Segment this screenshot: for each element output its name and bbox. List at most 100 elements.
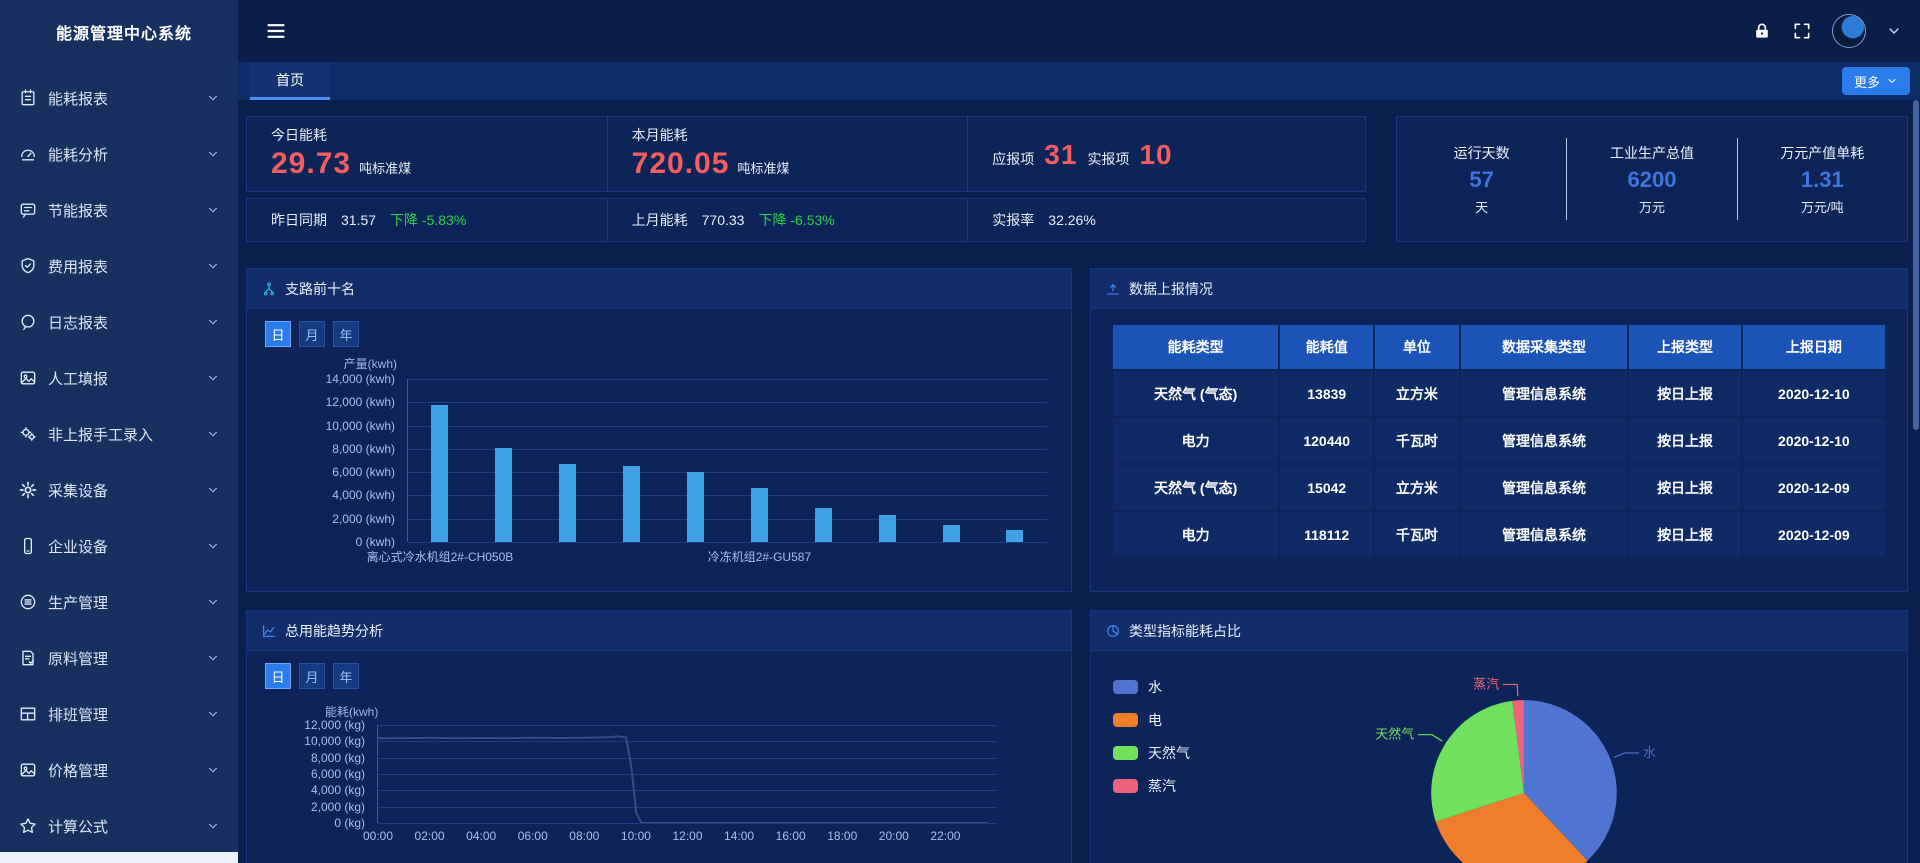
table-row[interactable]: 电力118112千瓦时管理信息系统按日上报2020-12-09	[1113, 512, 1885, 557]
bar[interactable]	[431, 405, 448, 542]
bar-x-label: 离心式冷水机组2#-CH050B	[367, 548, 514, 565]
layout-icon	[18, 704, 38, 724]
sidebar-item-label: 价格管理	[48, 760, 206, 781]
stat-unit: 天	[1397, 197, 1566, 216]
user-chevron-down-icon[interactable]	[1886, 23, 1902, 39]
gauge-icon	[18, 144, 38, 164]
line-x-label: 20:00	[879, 829, 909, 843]
table-row[interactable]: 电力120440千瓦时管理信息系统按日上报2020-12-10	[1113, 418, 1885, 463]
kpi-stats-card: 运行天数57天工业生产总值6200万元万元产值单耗1.31万元/吨	[1396, 116, 1908, 242]
line-y-tick: 0 (kg)	[247, 816, 365, 830]
kpi-last-month-label: 上月能耗	[632, 210, 688, 230]
sidebar: 能源管理中心系统 能耗报表能耗分析节能报表费用报表日志报表人工填报非上报手工录入…	[0, 0, 238, 863]
period-tab-月[interactable]: 月	[299, 321, 325, 347]
line-x-label: 02:00	[415, 829, 445, 843]
sidebar-item-人工填报[interactable]: 人工填报	[0, 350, 238, 406]
period-tab-月[interactable]: 月	[299, 663, 325, 689]
chevron-down-icon	[206, 259, 220, 273]
sidebar-item-原料管理[interactable]: 原料管理	[0, 630, 238, 686]
table-row[interactable]: 天然气 (气态)15042立方米管理信息系统按日上报2020-12-09	[1113, 465, 1885, 510]
pie-chart: 水电天然气蒸汽	[1091, 611, 1907, 863]
sidebar-item-label: 节能报表	[48, 200, 206, 221]
page-scrollbar[interactable]	[1912, 100, 1920, 863]
bar[interactable]	[815, 508, 832, 542]
period-tab-日[interactable]: 日	[265, 321, 291, 347]
stat-value: 57	[1397, 167, 1566, 193]
sidebar-item-label: 人工填报	[48, 368, 206, 389]
stat-unit: 万元/吨	[1738, 197, 1907, 216]
kpi-last-month-value: 770.33	[702, 212, 745, 228]
data-report-table: 能耗类型能耗值单位数据采集类型上报类型上报日期天然气 (气态)13839立方米管…	[1111, 323, 1887, 559]
bar-x-label: 冷冻机组2#-GU587	[708, 548, 811, 565]
branch-icon	[261, 281, 277, 297]
sidebar-item-label: 原料管理	[48, 648, 206, 669]
period-tab-日[interactable]: 日	[265, 663, 291, 689]
topbar	[238, 0, 1920, 62]
sidebar-item-价格管理[interactable]: 价格管理	[0, 742, 238, 798]
stat-万元产值单耗: 万元产值单耗1.31万元/吨	[1738, 138, 1907, 220]
tab-home[interactable]: 首页	[250, 62, 330, 100]
more-button[interactable]: 更多	[1842, 67, 1910, 95]
chevron-down-icon	[206, 819, 220, 833]
scrollbar-thumb[interactable]	[1913, 100, 1919, 430]
pie-label-天然气: 天然气	[1375, 727, 1414, 742]
panel-energy-trend: 总用能趋势分析 日月年 能耗(kwh)00:0002:0004:0006:000…	[246, 610, 1072, 863]
table-header: 上报日期	[1743, 325, 1885, 369]
bar-y-tick: 4,000 (kwh)	[247, 488, 395, 502]
table-cell: 立方米	[1375, 371, 1458, 416]
lock-icon[interactable]	[1752, 21, 1772, 41]
table-cell: 千瓦时	[1375, 418, 1458, 463]
bar[interactable]	[687, 472, 704, 542]
kpi-yesterday-label: 昨日同期	[271, 210, 327, 230]
table-cell: 2020-12-09	[1743, 512, 1885, 557]
sidebar-bottom-strip	[0, 852, 238, 863]
kpi-today: 今日能耗 29.73 吨标准煤	[247, 117, 608, 191]
main-content: 今日能耗 29.73 吨标准煤 本月能耗 720.05 吨标准煤 应报项	[238, 100, 1920, 863]
bar[interactable]	[879, 515, 896, 542]
sidebar-item-label: 生产管理	[48, 592, 206, 613]
fullscreen-icon[interactable]	[1792, 21, 1812, 41]
sidebar-nav: 能耗报表能耗分析节能报表费用报表日志报表人工填报非上报手工录入采集设备企业设备生…	[0, 70, 238, 854]
gears-icon	[18, 424, 38, 444]
avatar[interactable]	[1832, 14, 1866, 48]
sidebar-item-label: 计算公式	[48, 816, 206, 837]
sidebar-item-label: 排班管理	[48, 704, 206, 725]
sidebar-item-非上报手工录入[interactable]: 非上报手工录入	[0, 406, 238, 462]
bar[interactable]	[751, 488, 768, 542]
more-button-label: 更多	[1854, 72, 1880, 91]
bar[interactable]	[495, 448, 512, 542]
sidebar-item-费用报表[interactable]: 费用报表	[0, 238, 238, 294]
panel-energy-share: 类型指标能耗占比 水电天然气蒸汽 水电天然气蒸汽	[1090, 610, 1908, 863]
chevron-down-icon	[1886, 75, 1898, 87]
sidebar-item-生产管理[interactable]: 生产管理	[0, 574, 238, 630]
list-circle-icon	[18, 592, 38, 612]
bar[interactable]	[559, 464, 576, 542]
bar[interactable]	[623, 466, 640, 542]
sidebar-item-能耗分析[interactable]: 能耗分析	[0, 126, 238, 182]
sidebar-item-label: 能耗分析	[48, 144, 206, 165]
line-plot-area: 00:0002:0004:0006:0008:0010:0012:0014:00…	[377, 725, 997, 823]
bar[interactable]	[943, 525, 960, 543]
table-cell: 120440	[1280, 418, 1373, 463]
panel-data-report: 数据上报情况 能耗类型能耗值单位数据采集类型上报类型上报日期天然气 (气态)13…	[1090, 268, 1908, 592]
trend-line-chart: 能耗(kwh)00:0002:0004:0006:0008:0010:0012:…	[247, 703, 1071, 863]
table-cell: 2020-12-09	[1743, 465, 1885, 510]
kpi-today-unit: 吨标准煤	[359, 158, 411, 177]
menu-toggle-icon[interactable]	[264, 21, 288, 41]
sidebar-item-排班管理[interactable]: 排班管理	[0, 686, 238, 742]
period-tab-年[interactable]: 年	[333, 663, 359, 689]
sidebar-item-计算公式[interactable]: 计算公式	[0, 798, 238, 854]
sidebar-item-企业设备[interactable]: 企业设备	[0, 518, 238, 574]
kpi-month-value: 720.05	[632, 147, 730, 181]
chevron-down-icon	[206, 427, 220, 441]
chevron-down-icon	[206, 595, 220, 609]
trend-icon	[261, 623, 277, 639]
period-tab-年[interactable]: 年	[333, 321, 359, 347]
bar[interactable]	[1006, 530, 1023, 542]
sidebar-item-日志报表[interactable]: 日志报表	[0, 294, 238, 350]
sidebar-item-节能报表[interactable]: 节能报表	[0, 182, 238, 238]
line-x-label: 22:00	[930, 829, 960, 843]
sidebar-item-采集设备[interactable]: 采集设备	[0, 462, 238, 518]
table-row[interactable]: 天然气 (气态)13839立方米管理信息系统按日上报2020-12-10	[1113, 371, 1885, 416]
sidebar-item-能耗报表[interactable]: 能耗报表	[0, 70, 238, 126]
